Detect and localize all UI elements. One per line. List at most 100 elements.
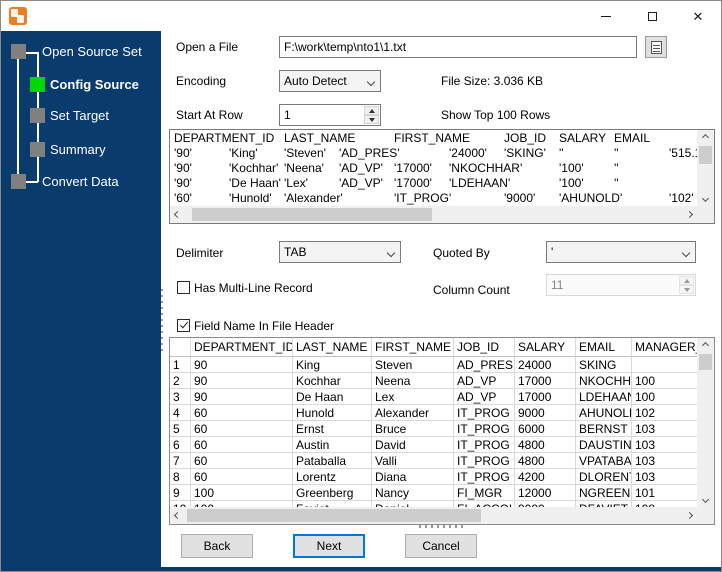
grid-header-cell[interactable]: JOB_ID [454,338,515,357]
sidebar-splitter-grip[interactable] [161,289,163,353]
scroll-thumb[interactable] [699,354,712,370]
arrow-down-icon [683,287,690,292]
preview-vscrollbar[interactable] [697,130,714,206]
grid-row[interactable]: 4 60 Hunold Alexander IT_PROG 9000 AHUNOLD 102 [170,405,697,421]
chevron-down-icon [701,194,710,203]
grid-header-cell[interactable]: LAST_NAME [293,338,372,357]
scroll-down-button[interactable] [697,492,714,507]
grid-cell: 90 [191,373,293,389]
scroll-up-button[interactable] [697,338,714,353]
grid-rownum-cell: 9 [170,485,191,501]
splitter-grip[interactable] [419,525,467,528]
scroll-up-button[interactable] [697,130,714,145]
grid-cell: 17000 [515,389,576,405]
grid-row[interactable]: 3 90 De Haan Lex AD_VP 17000 LDEHAAN 100 [170,389,697,405]
open-file-input[interactable] [279,36,637,58]
grid-cell: 12000 [515,485,576,501]
grid-row[interactable]: 860LorentzDianaIT_PROG4200DLORENTZ103 [170,469,697,485]
grid-row[interactable]: 1 90 King Steven AD_PRES 24000 SKING [170,357,697,373]
quoted-by-select[interactable]: ' [546,241,696,263]
grid-hscrollbar[interactable] [170,507,697,524]
scroll-left-button[interactable] [170,206,185,223]
grid-cell: BERNST [576,421,632,437]
preview-line: '90' 'De Haan' 'Lex' 'AD_VP' '17000' 'LD… [174,176,619,190]
grid-cell: 103 [632,453,697,469]
maximize-button[interactable] [629,1,675,31]
step-indicator-convert-data [11,174,26,189]
scroll-right-button[interactable] [682,507,697,524]
minimize-icon [601,15,611,17]
grid-cell: NGREENBE [576,485,632,501]
spin-down-button[interactable] [364,115,379,124]
start-at-row-stepper[interactable]: 1 [279,104,381,126]
grid-header-cell[interactable]: FIRST_NAME [372,338,454,357]
scroll-thumb[interactable] [187,509,481,522]
data-grid-viewport: DEPARTMENT_ID LAST_NAME FIRST_NAME JOB_ID SA… [170,338,697,507]
chevron-right-icon [685,511,694,520]
field-header-checkbox[interactable] [177,319,190,332]
next-button[interactable]: Next [293,534,365,558]
grid-corner-cell [170,338,191,357]
grid-header: DEPARTMENT_ID LAST_NAME FIRST_NAME JOB_ID SA… [170,338,697,357]
back-button[interactable]: Back [181,534,253,558]
grid-row[interactable]: 5 60 Ernst Bruce IT_PROG 6000 BERNST 103 [170,421,697,437]
scroll-right-button[interactable] [682,206,697,223]
grid-cell: IT_PROG [454,437,515,453]
browse-button[interactable] [645,36,667,58]
grid-header-cell[interactable]: SALARY [515,338,576,357]
grid-cell: AHUNOLD [576,405,632,421]
column-count-stepper: 11 [546,274,696,296]
scrollbar-corner [697,206,714,223]
grid-rownum-cell: 1 [170,357,191,373]
multiline-checkbox[interactable] [177,281,190,294]
close-button[interactable]: ✕ [675,1,721,31]
cancel-button[interactable]: Cancel [405,534,477,558]
raw-preview-box: DEPARTMENT_ID LAST_NAME FIRST_NAME JOB_I… [169,129,715,224]
grid-header-cell[interactable]: DEPARTMENT_ID [191,338,293,357]
grid-cell: Austin [293,437,372,453]
grid-row[interactable]: 9100GreenbergNancyFI_MGR12000NGREENBE101 [170,485,697,501]
grid-cell: Ernst [293,421,372,437]
scrollbar-corner [697,507,714,524]
grid-row[interactable]: 290KochharNeenaAD_VP17000NKOCHHAR100 [170,373,697,389]
bottom-border-strip [1,567,721,571]
grid-cell: FI_MGR [454,485,515,501]
arrow-up-icon [683,278,690,283]
sidebar-item-set-target: Set Target [50,108,110,123]
preview-hscrollbar[interactable] [170,206,697,223]
grid-header-cell[interactable]: EMAIL [576,338,632,357]
grid-row[interactable]: 6 60 Austin David IT_PROG 4800 DAUSTIN 103 [170,437,697,453]
scroll-left-button[interactable] [170,507,185,524]
grid-cell: Lorentz [293,469,372,485]
grid-cell: Steven [372,357,454,373]
field-header-label[interactable]: Field Name In File Header [194,319,334,334]
grid-cell: 4800 [515,453,576,469]
app-icon [9,7,27,25]
maximize-icon [647,11,657,21]
chevron-up-icon [701,133,710,142]
grid-cell: 103 [632,437,697,453]
scroll-thumb[interactable] [192,208,432,221]
grid-cell: Greenberg [293,485,372,501]
step-connector-line [25,181,38,183]
minimize-button[interactable] [583,1,629,31]
scroll-thumb[interactable] [699,146,712,164]
grid-cell: IT_PROG [454,405,515,421]
grid-cell: Valli [372,453,454,469]
grid-header-cell[interactable]: MANAGER_ID [632,338,697,357]
grid-cell: IT_PROG [454,421,515,437]
encoding-select[interactable]: Auto Detect [279,70,381,92]
grid-vscrollbar[interactable] [697,338,714,507]
multiline-label[interactable]: Has Multi-Line Record [194,281,313,296]
grid-row[interactable]: 760PataballaValliIT_PROG4800VPATABAL103 [170,453,697,469]
grid-rownum-cell: 8 [170,469,191,485]
grid-rownum-cell: 3 [170,389,191,405]
scroll-down-button[interactable] [697,191,714,206]
spin-up-button[interactable] [364,106,379,115]
delimiter-select[interactable]: TAB [279,241,401,263]
grid-cell: LDEHAAN [576,389,632,405]
spin-up-button [679,276,694,285]
grid-cell: AD_VP [454,389,515,405]
chevron-right-icon [685,210,694,219]
step-indicator-config-source [30,77,45,92]
